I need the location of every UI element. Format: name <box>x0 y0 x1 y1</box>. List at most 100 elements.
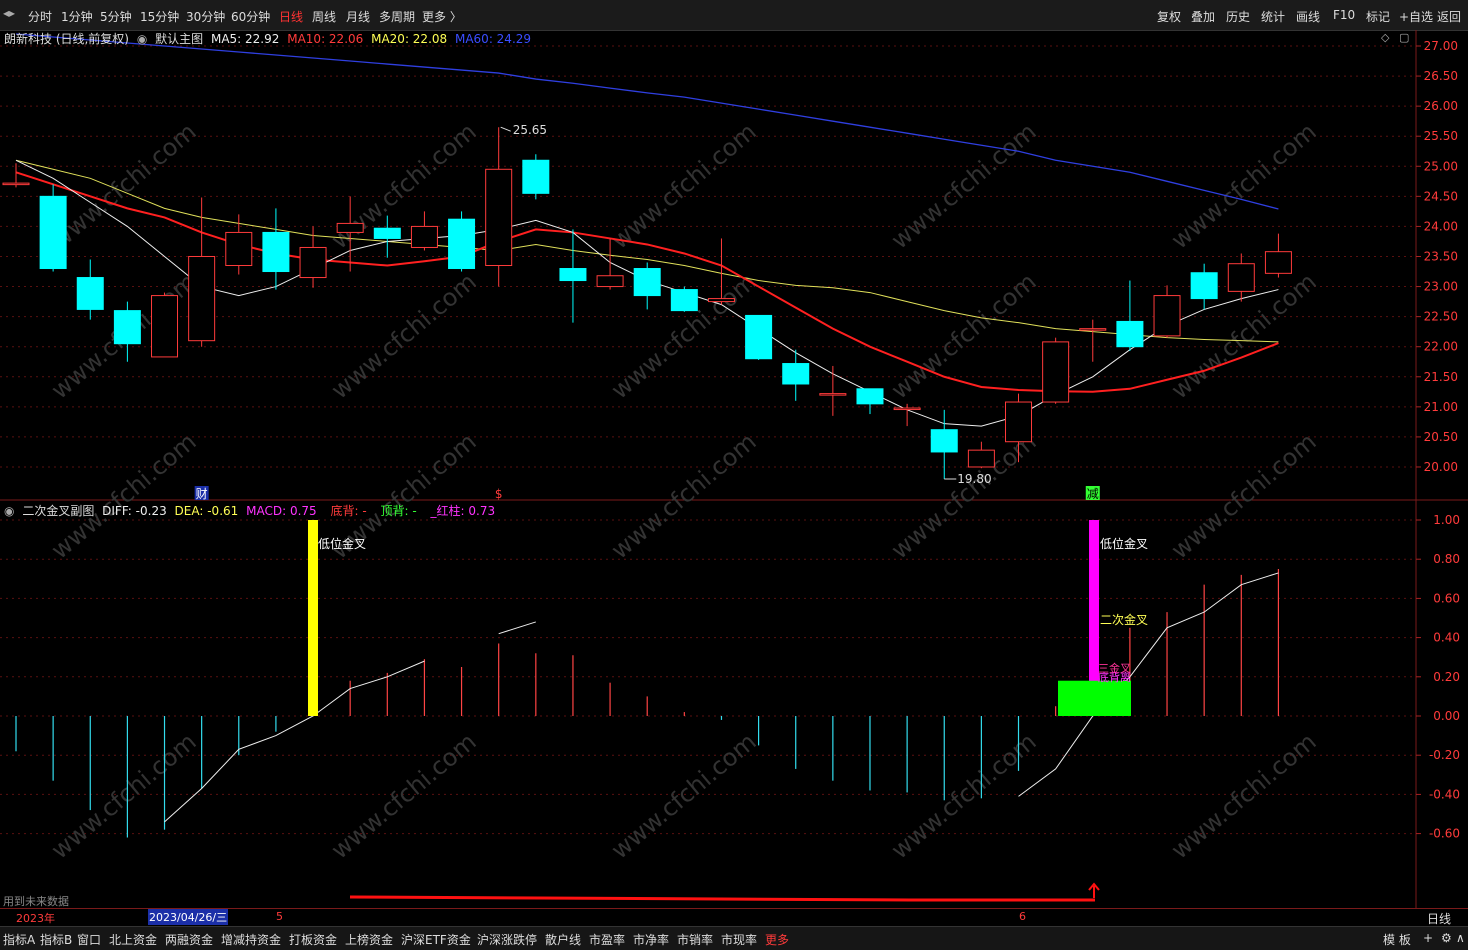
price-tick-label: 20.50 <box>1424 430 1458 444</box>
signal-low-gold-cross-1: 低位金叉 <box>318 537 367 551</box>
tab-retail-line[interactable]: 散户线 <box>545 931 581 948</box>
candle-body <box>448 218 476 270</box>
sub-indicator-icon[interactable]: ◉ <box>4 504 14 518</box>
macd-tick-label: 0.60 <box>1433 591 1460 605</box>
template-icon[interactable]: ◉ <box>137 32 147 46</box>
watermark-text: www.cfchi.com <box>606 117 762 254</box>
candle-body <box>596 275 624 288</box>
tab-limit-up-fund[interactable]: 打板资金 <box>289 931 337 948</box>
signal-box-green <box>1058 680 1131 716</box>
dibei-value: 底背: - <box>330 504 367 518</box>
candle-body <box>1005 401 1033 443</box>
diff-line <box>498 621 536 635</box>
low-label: 19.80 <box>957 472 991 486</box>
watermark-text: www.cfchi.com <box>1166 427 1322 564</box>
up-arrow-icon <box>1088 882 1100 898</box>
price-tick-label: 27.00 <box>1424 39 1458 53</box>
tab-pe[interactable]: 市盈率 <box>589 931 625 948</box>
add-tab-button[interactable]: + <box>1423 931 1433 945</box>
candle-body <box>1153 295 1181 337</box>
candle-body <box>410 225 438 248</box>
signal-second-gold-cross: 二次金叉 <box>1100 613 1149 627</box>
event-label: $ <box>495 487 503 501</box>
watermark-text: www.cfchi.com <box>1166 727 1322 864</box>
price-tick-label: 23.00 <box>1424 280 1458 294</box>
candle-body <box>1116 320 1144 348</box>
candle-body <box>782 363 810 385</box>
signal-small-2: 底背离 <box>1098 671 1131 684</box>
watermark-text: www.cfchi.com <box>606 267 762 404</box>
sub-panel-header: ◉ 二次金叉副图 DIFF: -0.23 DEA: -0.61 MACD: 0.… <box>4 502 499 518</box>
watermark-text: www.cfchi.com <box>46 427 202 564</box>
macd-tick-label: 0.80 <box>1433 552 1460 566</box>
signal-low-gold-cross-2: 低位金叉 <box>1100 537 1149 551</box>
watermark-text: www.cfchi.com <box>606 427 762 564</box>
template-button[interactable]: 模 板 <box>1383 931 1411 948</box>
ma20-value: MA20: 22.08 <box>371 32 448 46</box>
ma60-value: MA60: 24.29 <box>454 32 532 46</box>
ma5-value: MA5: 22.92 <box>210 32 280 46</box>
hongzhu-value: _红柱: 0.73 <box>430 504 496 518</box>
tab-margin[interactable]: 两融资金 <box>165 931 213 948</box>
event-label: 财 <box>196 487 208 501</box>
period-label: 日线 <box>1427 912 1452 926</box>
price-tick-label: 21.00 <box>1424 400 1458 414</box>
tab-ps[interactable]: 市销率 <box>677 931 713 948</box>
candle-body <box>819 393 847 396</box>
candle-body <box>485 168 513 267</box>
tab-holding-change[interactable]: 增减持资金 <box>221 931 281 948</box>
candle-body <box>856 388 884 405</box>
tab-etf-fund[interactable]: 沪深ETF资金 <box>401 931 471 948</box>
cursor-date: 2023/04/26/三 <box>148 909 229 925</box>
candle-body <box>373 227 401 239</box>
candle-body <box>336 222 364 233</box>
candle-body <box>745 314 773 360</box>
tab-more[interactable]: 更多 <box>765 931 789 948</box>
watermark-text: www.cfchi.com <box>46 727 202 864</box>
diff-line <box>1018 572 1279 797</box>
candle-body <box>893 407 921 411</box>
price-tick-label: 26.50 <box>1424 69 1458 83</box>
tab-northbound[interactable]: 北上资金 <box>109 931 157 948</box>
indicator-tabs: 指标A 指标B 窗口 北上资金 两融资金 增减持资金 打板资金 上榜资金 沪深E… <box>0 926 1468 950</box>
candle-body <box>299 246 327 279</box>
candle-body <box>188 255 216 342</box>
price-tick-label: 21.50 <box>1424 370 1458 384</box>
event-label: 减 <box>1087 487 1099 501</box>
diamond-icon[interactable]: ◇ <box>1381 31 1389 44</box>
candle-body <box>1264 251 1292 274</box>
candle-body <box>967 449 995 468</box>
candle-body <box>1190 272 1218 300</box>
template-name[interactable]: 默认主图 <box>155 32 203 46</box>
future-data-note: 用到未来数据 <box>3 895 69 908</box>
tab-pcf[interactable]: 市现率 <box>721 931 757 948</box>
candle-body <box>39 195 67 270</box>
window-icon[interactable]: ▢ <box>1399 31 1409 44</box>
watermark-text: www.cfchi.com <box>326 727 482 864</box>
watermark-text: www.cfchi.com <box>886 267 1042 404</box>
candle-body <box>670 289 698 312</box>
price-tick-label: 20.00 <box>1424 460 1458 474</box>
kline-chart[interactable]: www.cfchi.com www.cfchi.com www.cfchi.com w… <box>0 0 1468 949</box>
watermark-text: www.cfchi.com <box>606 727 762 864</box>
tab-window[interactable]: 窗口 <box>77 931 101 948</box>
price-tick-label: 22.50 <box>1424 310 1458 324</box>
collapse-icon[interactable]: ∧ <box>1456 931 1465 945</box>
macd-tick-label: 0.40 <box>1433 631 1460 645</box>
tab-pb[interactable]: 市净率 <box>633 931 669 948</box>
candle-body <box>113 310 141 345</box>
candle-body <box>1227 263 1255 292</box>
settings-icon[interactable]: ⚙ <box>1441 931 1452 945</box>
date-axis: 2023年 2023/04/26/三 5 6 日线 <box>0 908 1468 927</box>
sub-indicator-name[interactable]: 二次金叉副图 <box>22 504 94 518</box>
stock-name[interactable]: 朗新科技 (日线,前复权) <box>4 32 129 46</box>
macd-tick-label: 1.00 <box>1433 513 1460 527</box>
year-label: 2023年 <box>16 912 55 925</box>
watermark-text: www.cfchi.com <box>326 267 482 404</box>
tab-limit-stats[interactable]: 沪深涨跌停 <box>477 931 537 948</box>
tab-zhibiao-a[interactable]: 指标A <box>3 931 35 948</box>
price-tick-label: 22.00 <box>1424 340 1458 354</box>
tab-zhibiao-b[interactable]: 指标B <box>40 931 72 948</box>
month-5-label: 5 <box>276 910 283 923</box>
tab-top-list[interactable]: 上榜资金 <box>345 931 393 948</box>
